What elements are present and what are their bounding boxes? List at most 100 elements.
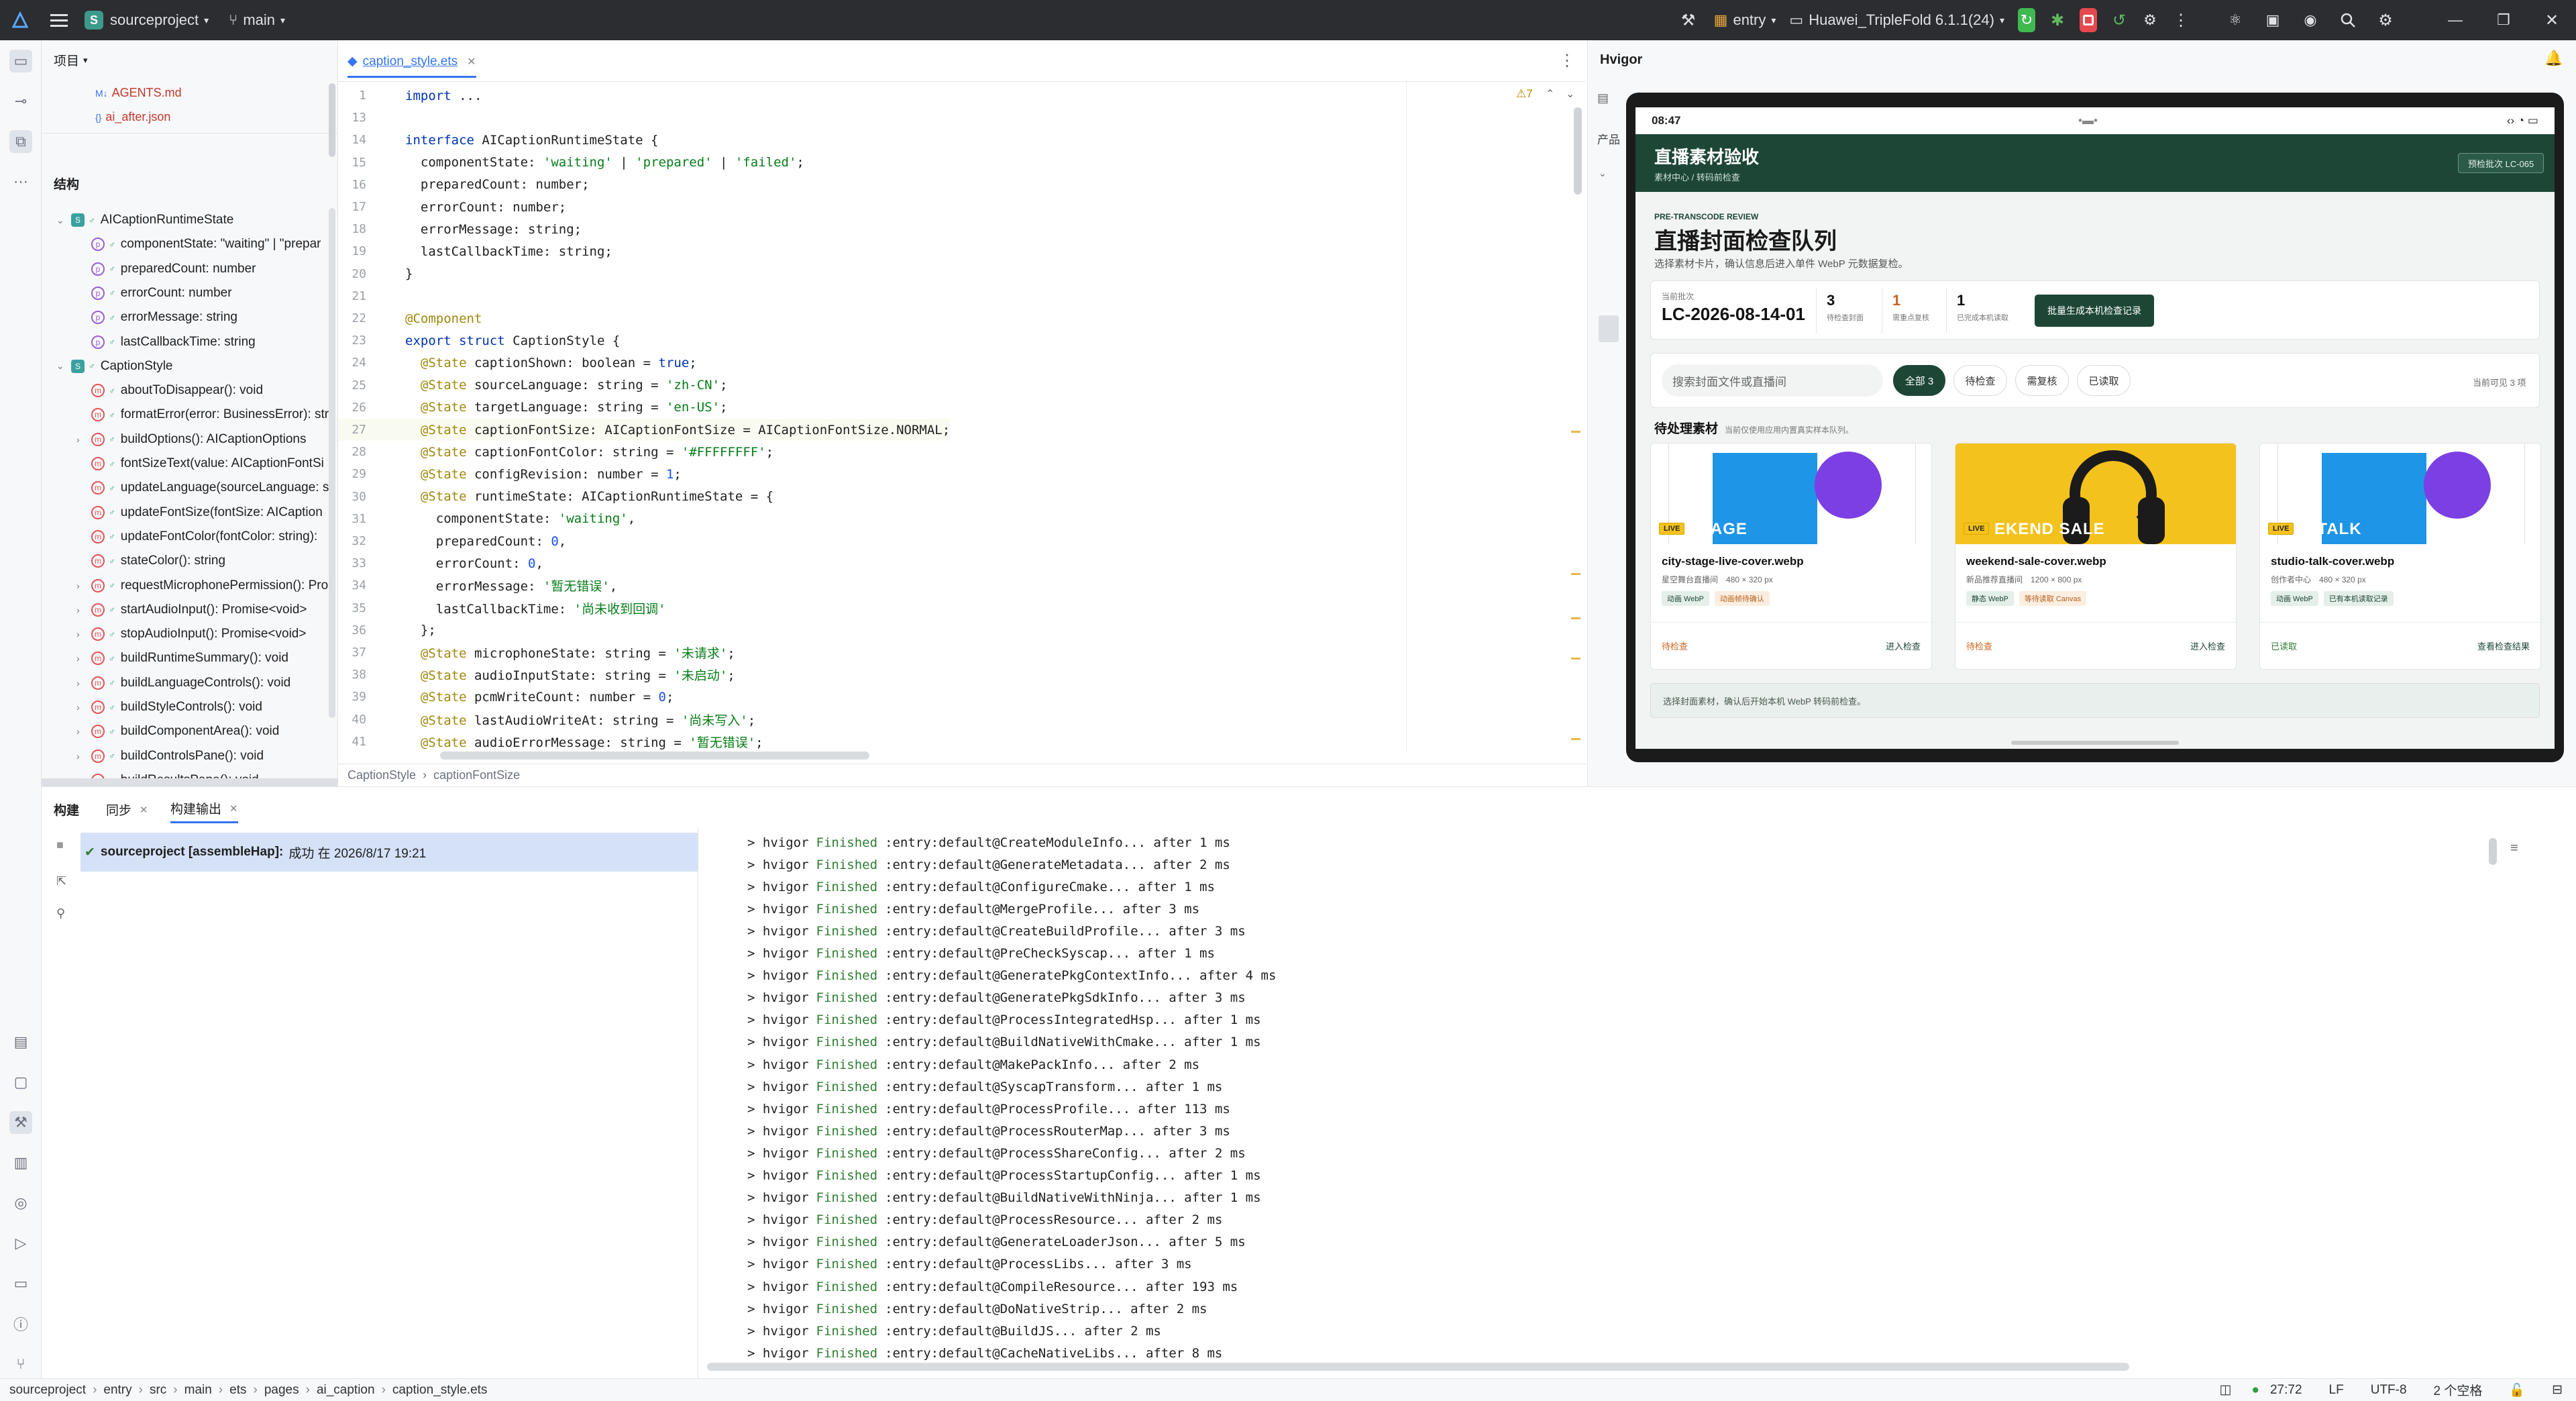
close-tab-icon[interactable]: ✕ bbox=[467, 55, 476, 68]
preview-toggle-icon[interactable]: ▤ bbox=[1597, 91, 1609, 105]
maximize-icon[interactable]: ❐ bbox=[2479, 0, 2528, 40]
horizontal-scrollbar[interactable] bbox=[42, 778, 338, 786]
code-line[interactable]: 16 preparedCount: number; bbox=[338, 174, 589, 196]
search-input[interactable]: 搜索封面文件或直播间 bbox=[1662, 364, 1883, 397]
code-line[interactable]: 25 @State sourceLanguage: string = 'zh-C… bbox=[338, 374, 727, 397]
project-tab[interactable]: 项目 ▾ bbox=[54, 51, 88, 69]
status-path-item[interactable]: sourceproject bbox=[9, 1383, 86, 1398]
notification-bell-icon[interactable]: 🔔 bbox=[2544, 50, 2563, 67]
structure-icon[interactable]: ⧉ bbox=[9, 130, 32, 153]
code-line[interactable]: 34 errorMessage: '暂无错误', bbox=[338, 574, 617, 596]
structure-node[interactable]: m ♂ fontSizeText(value: AICaptionFontSi bbox=[42, 452, 324, 476]
close-tab-icon[interactable]: ✕ bbox=[229, 802, 238, 815]
line-separator[interactable]: LF bbox=[2329, 1383, 2344, 1398]
code-line[interactable]: 35 lastCallbackTime: '尚未收到回调' bbox=[338, 597, 665, 619]
scrollbar[interactable] bbox=[329, 208, 335, 718]
structure-node[interactable]: › m ♂ stopAudioInput(): Promise<void> bbox=[42, 622, 306, 646]
tab-build[interactable]: 构建 bbox=[54, 800, 79, 819]
build-log[interactable]: > hvigor Finished:entry:default@CreateMod… bbox=[42, 831, 2537, 1368]
code-line[interactable]: 39 @State pcmWriteCount: number = 0; bbox=[338, 686, 674, 708]
structure-node[interactable]: m ♂ updateLanguage(sourceLanguage: s bbox=[42, 476, 329, 500]
run-button[interactable]: ↻ bbox=[2011, 0, 2042, 40]
filter-review[interactable]: 需复核 bbox=[2015, 365, 2069, 396]
code-line[interactable]: 33 errorCount: 0, bbox=[338, 552, 543, 574]
code-line[interactable]: 27 @State captionFontSize: AICaptionFont… bbox=[338, 419, 951, 441]
breadcrumb-item[interactable]: captionFontSize bbox=[433, 768, 520, 782]
chevron-icon[interactable]: › bbox=[76, 726, 91, 737]
layout-icon[interactable]: ▤ bbox=[9, 1031, 32, 1053]
code-line[interactable]: 22 @Component bbox=[338, 307, 482, 329]
structure-node[interactable]: m ♂ updateFontColor(fontColor: string): bbox=[42, 525, 317, 549]
asset-action-link[interactable]: 进入检查 bbox=[1886, 639, 1921, 652]
code-line[interactable]: 24 @State captionShown: boolean = true; bbox=[338, 352, 696, 374]
scrollbar[interactable] bbox=[329, 83, 335, 157]
chevron-icon[interactable]: › bbox=[76, 580, 91, 591]
code-line[interactable]: 28 @State captionFontColor: string = '#F… bbox=[338, 441, 773, 463]
settings-gear-icon[interactable]: ⚙ bbox=[2367, 0, 2404, 40]
apply-changes-button[interactable]: ↺ bbox=[2104, 0, 2135, 40]
asset-action-link[interactable]: 查看检查结果 bbox=[2477, 639, 2530, 652]
asset-card[interactable]: LIVE O TALK studio-talk-cover.webp 创作者中心 480… bbox=[2259, 443, 2541, 670]
structure-node[interactable]: › m ♂ buildRuntimeSummary(): void bbox=[42, 646, 288, 670]
code-line[interactable]: 29 @State configRevision: number = 1; bbox=[338, 463, 682, 485]
structure-node[interactable]: › m ♂ startAudioInput(): Promise<void> bbox=[42, 598, 307, 622]
status-path-item[interactable]: entry bbox=[103, 1383, 131, 1398]
code-line[interactable]: 19 lastCallbackTime: string; bbox=[338, 240, 612, 262]
chevron-icon[interactable]: › bbox=[76, 434, 91, 445]
structure-node[interactable]: m ♂ updateFontSize(fontSize: AICaption bbox=[42, 501, 323, 525]
plugin-icon[interactable]: ⚛ bbox=[2216, 0, 2254, 40]
soft-wrap-icon[interactable]: ≡ bbox=[2510, 841, 2518, 856]
code-line[interactable]: 13 bbox=[338, 107, 405, 129]
panel-resize-handle[interactable] bbox=[1599, 315, 1619, 342]
horizontal-scrollbar[interactable] bbox=[440, 751, 869, 760]
log-horizontal-scrollbar[interactable] bbox=[707, 1363, 2129, 1371]
structure-node[interactable]: › m ♂ buildOptions(): AICaptionOptions bbox=[42, 427, 306, 452]
code-editor[interactable]: ◆ caption_style.ets ✕ ⋮ ⚠7 ⌃ ⌄ 1 import .… bbox=[338, 40, 1586, 786]
asset-card[interactable]: LIVE EKEND SALE weekend-sale-cover.webp 新品推… bbox=[1955, 443, 2237, 670]
problems-icon[interactable]: ⓘ bbox=[9, 1312, 32, 1335]
structure-node[interactable]: › m ♂ requestMicrophonePermission(): Pro bbox=[42, 574, 328, 598]
status-path-item[interactable]: src bbox=[150, 1383, 166, 1398]
chevron-down-icon[interactable]: ⌄ bbox=[1599, 168, 1607, 179]
structure-node[interactable]: p ♂ errorCount: number bbox=[42, 281, 232, 305]
structure-node[interactable]: p ♂ lastCallbackTime: string bbox=[42, 330, 256, 354]
structure-node[interactable]: p ♂ componentState: "waiting" | "prepar bbox=[42, 232, 321, 256]
code-line[interactable]: 32 preparedCount: 0, bbox=[338, 530, 566, 552]
more-tabs-icon[interactable]: ⋮ bbox=[1559, 51, 1575, 70]
inspection-icon[interactable]: ◫ bbox=[2220, 1382, 2232, 1398]
status-path-item[interactable]: ets bbox=[229, 1383, 246, 1398]
code-line[interactable]: 31 componentState: 'waiting', bbox=[338, 508, 635, 530]
chevron-icon[interactable]: › bbox=[76, 678, 91, 688]
code-line[interactable]: 14 interface AICaptionRuntimeState { bbox=[338, 129, 658, 151]
navigate-down-icon[interactable]: ⌄ bbox=[1566, 87, 1574, 101]
debug-button[interactable]: ✱ bbox=[2042, 0, 2073, 40]
structure-node[interactable]: m ♂ stateColor(): string bbox=[42, 549, 225, 573]
minimize-icon[interactable]: — bbox=[2431, 0, 2479, 40]
more-actions-icon[interactable]: ⋮ bbox=[2165, 0, 2196, 40]
chevron-icon[interactable]: ⌄ bbox=[56, 215, 71, 226]
more-tools-icon[interactable]: ⋯ bbox=[9, 170, 32, 193]
device-manager-icon[interactable]: ▣ bbox=[2254, 0, 2292, 40]
terminal-icon[interactable]: ▭ bbox=[9, 1272, 32, 1295]
code-line[interactable]: 41 @State audioErrorMessage: string = '暂… bbox=[338, 731, 763, 753]
log-scrollbar[interactable] bbox=[2489, 838, 2497, 865]
vertical-scrollbar[interactable] bbox=[1574, 107, 1582, 195]
chevron-icon[interactable]: › bbox=[76, 751, 91, 762]
git-icon[interactable]: ⑂ bbox=[9, 1353, 32, 1376]
status-path-item[interactable]: pages bbox=[264, 1383, 299, 1398]
lock-icon[interactable]: 🔓 bbox=[2509, 1382, 2525, 1398]
structure-node[interactable]: › m ♂ buildLanguageControls(): void bbox=[42, 671, 290, 695]
build-hammer-icon[interactable]: ⚒ bbox=[9, 1111, 32, 1134]
services-icon[interactable]: ◎ bbox=[9, 1192, 32, 1214]
account-icon[interactable]: ◉ bbox=[2292, 0, 2329, 40]
messages-icon[interactable]: ▥ bbox=[9, 1151, 32, 1174]
code-area[interactable]: 1 import ... 13 14 interface AICaptionRuntim… bbox=[338, 82, 1566, 753]
status-path-item[interactable]: caption_style.ets bbox=[392, 1383, 488, 1398]
structure-node[interactable]: m ♂ aboutToDisappear(): void bbox=[42, 378, 263, 403]
chevron-icon[interactable]: › bbox=[76, 653, 91, 664]
filter-pending[interactable]: 待检查 bbox=[1953, 365, 2007, 396]
search-icon[interactable] bbox=[2329, 0, 2367, 40]
stop-button[interactable] bbox=[2073, 0, 2104, 40]
structure-node[interactable]: p ♂ errorMessage: string bbox=[42, 305, 237, 329]
chevron-icon[interactable]: ⌄ bbox=[56, 360, 71, 372]
